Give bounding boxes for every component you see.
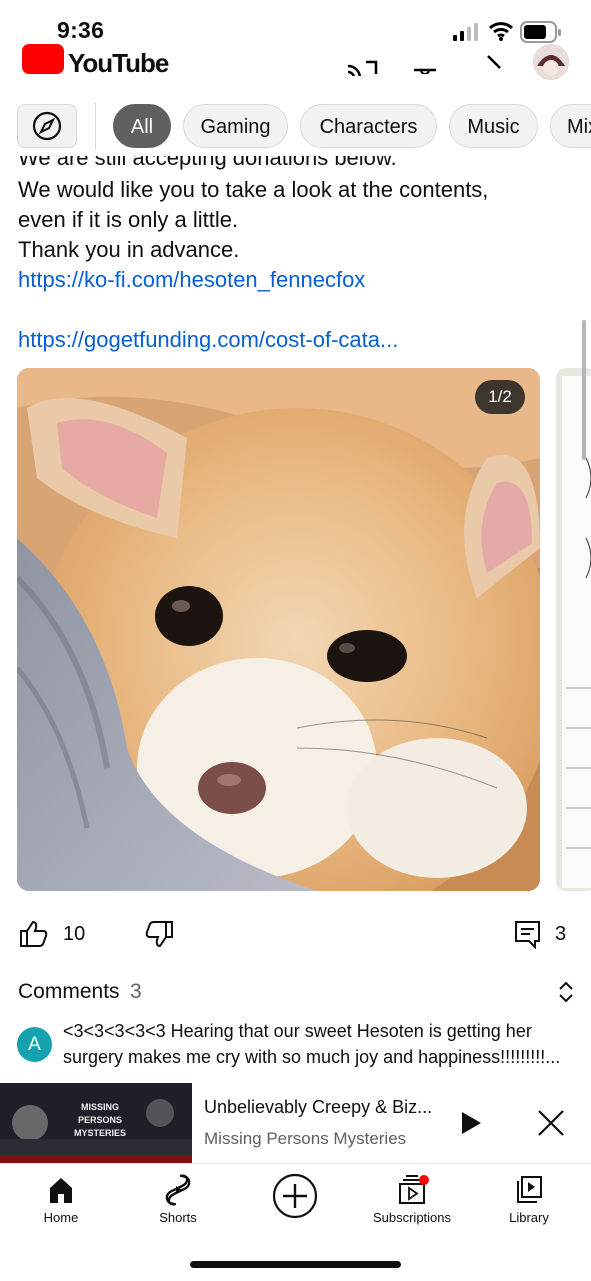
kofi-link[interactable]: https://ko-fi.com/hesoten_fennecfox (18, 267, 365, 293)
account-avatar[interactable] (533, 44, 569, 80)
image-counter-badge: 1/2 (475, 380, 525, 414)
mini-player[interactable]: MISSING PERSONS MYSTERIES Unbelievably C… (0, 1083, 591, 1163)
subscriptions-icon (399, 1175, 429, 1204)
comments-title[interactable]: Comments (18, 980, 120, 1004)
bell-icon[interactable] (410, 52, 440, 74)
gogetfunding-link[interactable]: https://gogetfunding.com/cost-of-cata... (18, 327, 398, 353)
thumbnail-caption: MISSING PERSONS MYSTERIES (73, 1102, 126, 1138)
expand-collapse-icon[interactable] (556, 980, 576, 1004)
search-icon[interactable] (474, 44, 504, 74)
comments-header-count: 3 (130, 980, 142, 1003)
chip-mix[interactable]: Mix (550, 104, 591, 148)
status-time: 9:36 (57, 17, 105, 43)
comment-icon[interactable] (513, 919, 543, 949)
youtube-logo-icon[interactable] (22, 44, 64, 74)
mini-player-channel: Missing Persons Mysteries (204, 1129, 407, 1148)
post-text-line-1: We would like you to take a look at the … (18, 177, 489, 202)
comment-text-line-1: <3<3<3<3<3 Hearing that our sweet Hesote… (63, 1021, 532, 1041)
shorts-icon (165, 1174, 191, 1206)
nav-create[interactable] (236, 1164, 354, 1234)
nav-library-label: Library (509, 1210, 549, 1225)
post-image-fennec-fox[interactable] (17, 368, 540, 891)
nav-shorts[interactable]: Shorts (119, 1164, 237, 1234)
explore-button[interactable] (17, 104, 77, 148)
nav-home-label: Home (43, 1210, 79, 1225)
nav-library[interactable]: Library (470, 1164, 588, 1234)
mini-player-title[interactable]: Unbelievably Creepy & Biz... (204, 1097, 432, 1118)
chips-divider (95, 102, 96, 150)
mini-player-thumbnail[interactable]: MISSING PERSONS MYSTERIES (0, 1083, 192, 1163)
battery-icon (520, 21, 561, 43)
cast-icon[interactable] (346, 56, 380, 76)
wifi-icon (488, 22, 514, 41)
chip-characters[interactable]: Characters (300, 104, 437, 148)
create-plus-icon (272, 1173, 318, 1219)
chip-music[interactable]: Music (449, 104, 538, 148)
app-header: YouTube (0, 44, 591, 80)
filter-chips-bar: All Gaming Characters Music Mix (0, 102, 591, 156)
nav-subscriptions-label: Subscriptions (372, 1210, 452, 1225)
home-icon (50, 1178, 72, 1203)
chip-all[interactable]: All (113, 104, 171, 148)
post-text-line-3: Thank you in advance. (18, 237, 240, 262)
compass-icon (32, 111, 62, 141)
commenter-avatar[interactable]: A (17, 1027, 52, 1062)
post-text-partial-line: We are still accepting donations below. (18, 156, 397, 170)
page-scrollbar[interactable] (582, 320, 586, 460)
like-icon[interactable] (18, 919, 48, 949)
chip-gaming[interactable]: Gaming (183, 104, 288, 148)
home-indicator[interactable] (190, 1261, 401, 1268)
play-icon[interactable] (460, 1110, 484, 1136)
comment-text-line-2: surgery makes me cry with so much joy an… (63, 1047, 561, 1067)
cellular-signal-icon (453, 23, 478, 41)
comment-count: 3 (555, 923, 567, 945)
post-text-line-2: even if it is only a little. (18, 207, 239, 232)
nav-shorts-label: Shorts (159, 1210, 197, 1225)
close-icon[interactable] (537, 1109, 565, 1137)
brand-name: YouTube (68, 48, 169, 78)
post-text-clipped: We are still accepting donations below. (0, 156, 591, 174)
nav-home[interactable]: Home (2, 1164, 120, 1234)
library-icon (517, 1176, 542, 1203)
nav-subscriptions[interactable]: Subscriptions (353, 1164, 471, 1234)
like-count: 10 (63, 923, 86, 945)
dislike-icon[interactable] (145, 919, 175, 949)
